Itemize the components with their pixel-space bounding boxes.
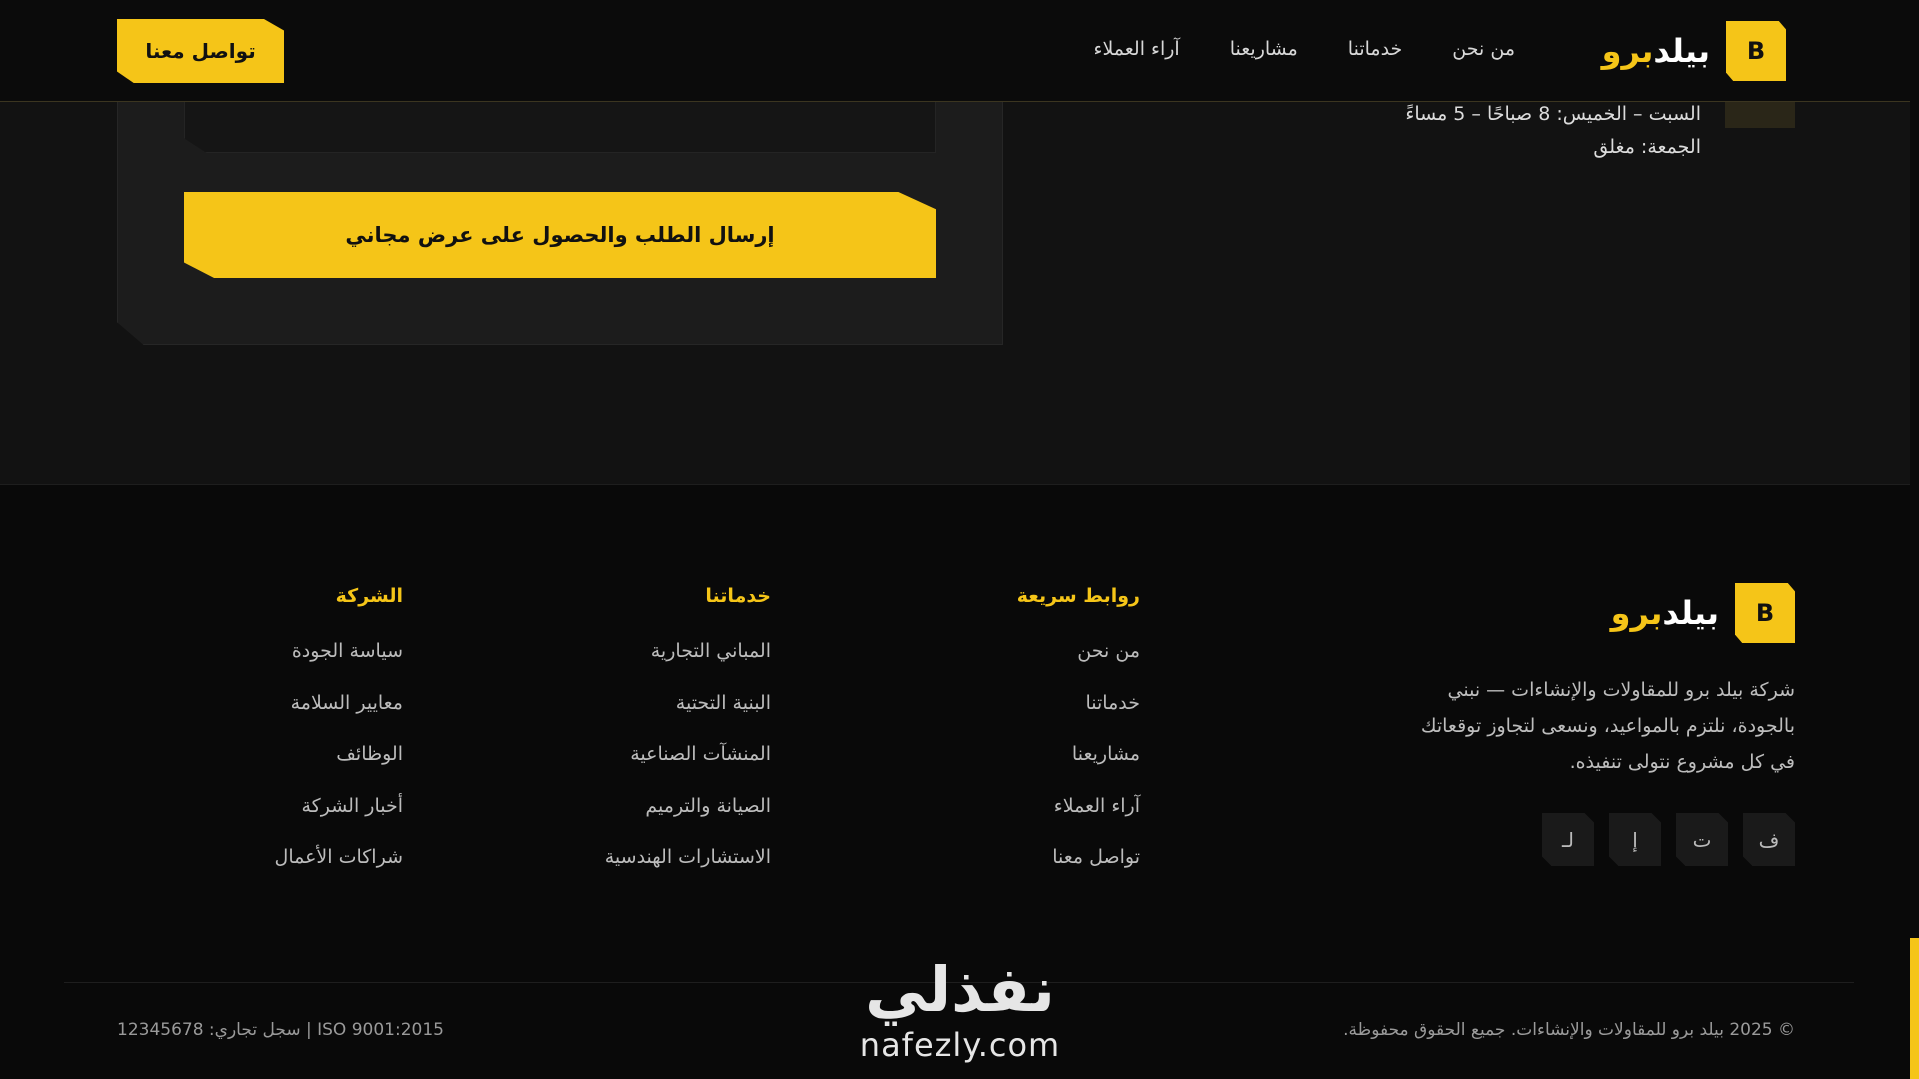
contact-us-button[interactable]: تواصل معنا xyxy=(117,19,284,83)
footer-link-infrastructure[interactable]: البنية التحتية xyxy=(605,692,771,744)
facebook-icon[interactable]: ف xyxy=(1743,813,1795,866)
footer-link-safety[interactable]: معايير السلامة xyxy=(275,692,403,744)
footer-description: شركة بيلد برو للمقاولات والإنشاءات — نبن… xyxy=(1420,679,1795,773)
copyright-text: © 2025 بيلد برو للمقاولات والإنشاءات. جم… xyxy=(1343,1020,1795,1040)
logo-text-yellow: برو xyxy=(1601,32,1655,70)
footer-services: خدماتنا المباني التجارية البنية التحتية … xyxy=(605,585,771,898)
footer-link-quality[interactable]: سياسة الجودة xyxy=(275,640,403,692)
footer-company: الشركة سياسة الجودة معايير السلامة الوظا… xyxy=(275,585,403,898)
footer-link-contact[interactable]: تواصل معنا xyxy=(1017,846,1140,898)
footer-column-title: خدماتنا xyxy=(705,585,771,607)
footer-quick-links: روابط سريعة من نحن خدماتنا مشاريعنا آراء… xyxy=(1017,585,1140,898)
submit-quote-button[interactable]: إرسال الطلب والحصول على عرض مجاني xyxy=(184,192,936,278)
twitter-icon[interactable]: ت xyxy=(1676,813,1728,866)
footer-link-consulting[interactable]: الاستشارات الهندسية xyxy=(605,846,771,898)
footer-link-careers[interactable]: الوظائف xyxy=(275,743,403,795)
footer-logo-text-white: بيلد xyxy=(1662,594,1720,632)
nav-testimonials[interactable]: آراء العملاء xyxy=(1094,38,1180,60)
logo-text-white: بيلد xyxy=(1653,32,1711,70)
footer-logo[interactable]: B بيلدبرو xyxy=(1611,583,1795,643)
footer-link-partnerships[interactable]: شراكات الأعمال xyxy=(275,846,403,898)
footer-logo-text: بيلدبرو xyxy=(1610,594,1720,632)
linkedin-icon[interactable]: لـ xyxy=(1542,813,1594,866)
footer-column-title: روابط سريعة xyxy=(1016,585,1140,607)
footer-link-industrial[interactable]: المنشآت الصناعية xyxy=(605,743,771,795)
header-logo[interactable]: B بيلدبرو xyxy=(1602,21,1786,81)
nav-projects[interactable]: مشاريعنا xyxy=(1230,38,1298,60)
watermark-arabic: نفذلي xyxy=(865,953,1055,1026)
main-nav: من نحن خدماتنا مشاريعنا آراء العملاء xyxy=(1094,38,1515,60)
watermark-latin: nafezly.com xyxy=(859,1026,1061,1064)
instagram-icon[interactable]: إ xyxy=(1609,813,1661,866)
footer-logo-text-yellow: برو xyxy=(1610,594,1664,632)
registration-text: ISO 9001:2015 | سجل تجاري: 12345678 xyxy=(117,1020,444,1040)
site-header: B بيلدبرو من نحن خدماتنا مشاريعنا آراء ا… xyxy=(0,0,1910,102)
page-scrollbar[interactable] xyxy=(1910,0,1919,1079)
footer-link-maintenance[interactable]: الصيانة والترميم xyxy=(605,795,771,847)
scrollbar-thumb[interactable] xyxy=(1910,938,1919,1079)
working-hours-friday: الجمعة: مغلق xyxy=(1593,136,1701,158)
nav-about[interactable]: من نحن xyxy=(1452,38,1515,60)
working-hours: السبت – الخميس: 8 صباحًا – 5 مساءً الجمع… xyxy=(1405,98,1701,164)
footer-link-about[interactable]: من نحن xyxy=(1017,640,1140,692)
page: إرسال الطلب والحصول على عرض مجاني السبت … xyxy=(0,0,1919,1079)
watermark: نفذلي nafezly.com xyxy=(845,955,1075,1065)
footer-link-projects[interactable]: مشاريعنا xyxy=(1017,743,1140,795)
social-links: ف ت إ لـ xyxy=(1542,813,1795,866)
footer-link-testimonials[interactable]: آراء العملاء xyxy=(1017,795,1140,847)
working-hours-weekdays: السبت – الخميس: 8 صباحًا – 5 مساءً xyxy=(1405,103,1701,125)
footer-column-title: الشركة xyxy=(335,585,403,607)
footer-link-news[interactable]: أخبار الشركة xyxy=(275,795,404,847)
footer-logo-mark-icon: B xyxy=(1735,583,1795,643)
footer-link-services[interactable]: خدماتنا xyxy=(1017,692,1141,744)
logo-text: بيلدبرو xyxy=(1601,32,1711,70)
logo-mark-icon: B xyxy=(1726,21,1786,81)
nav-services[interactable]: خدماتنا xyxy=(1348,38,1403,60)
footer-link-commercial[interactable]: المباني التجارية xyxy=(605,640,771,692)
